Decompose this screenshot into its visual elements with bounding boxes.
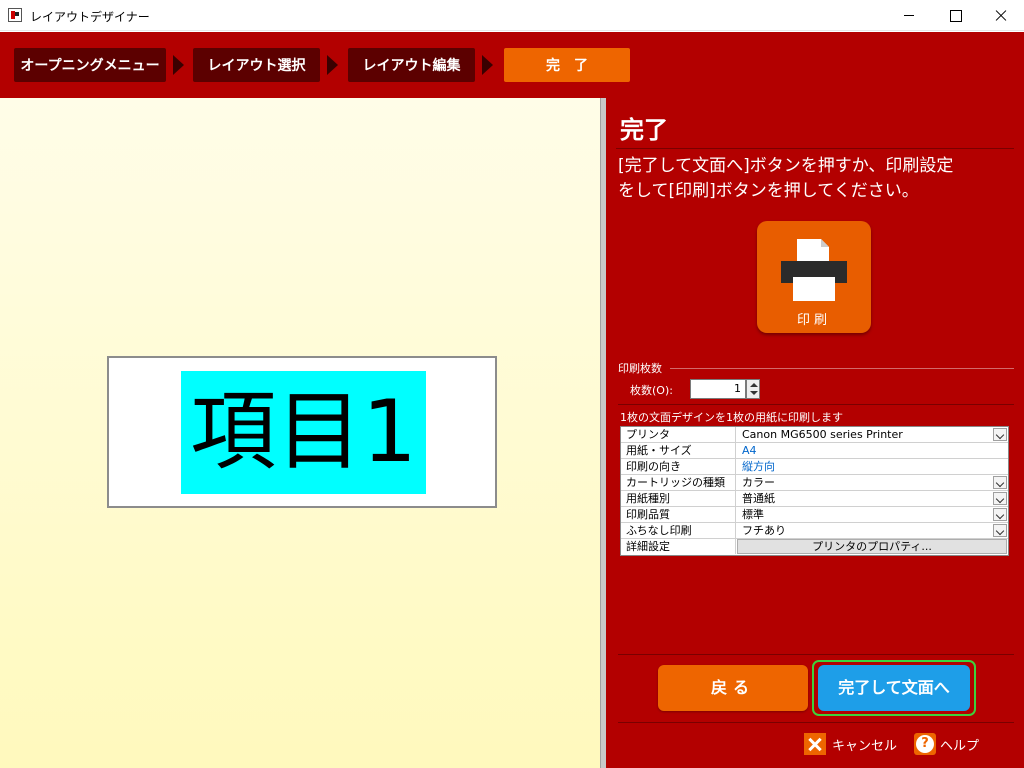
setting-label: 印刷の向き [621, 459, 736, 474]
setting-row-orientation: 印刷の向き 縦方向 [621, 459, 1008, 475]
step-arrow-icon [327, 55, 338, 75]
divider [670, 368, 1014, 369]
setting-row-borderless: ふちなし印刷 フチあり [621, 523, 1008, 539]
divider [618, 404, 1014, 405]
setting-label: カートリッジの種類 [621, 475, 736, 490]
instruction-text: [完了して文面へ]ボタンを押すか、印刷設定 をして[印刷]ボタンを押してください… [618, 154, 1018, 204]
panel-title: 完了 [620, 116, 668, 144]
cancel-label: キャンセル [832, 738, 898, 754]
setting-label: プリンタ [621, 427, 736, 442]
step-layout-edit[interactable]: レイアウト編集 [348, 48, 475, 82]
orientation-link[interactable]: 縦方向 [737, 459, 1008, 474]
minimize-icon[interactable] [886, 0, 932, 31]
step-arrow-icon [173, 55, 184, 75]
chevron-down-icon[interactable] [993, 492, 1007, 505]
setting-row-printer: プリンタ Canon MG6500 series Printer [621, 427, 1008, 443]
cartridge-select[interactable]: カラー [737, 475, 1008, 490]
step-opening-menu[interactable]: オープニングメニュー [14, 48, 166, 82]
setting-label: 印刷品質 [621, 507, 736, 522]
divider [618, 722, 1014, 723]
spin-up-icon[interactable] [750, 383, 758, 387]
borderless-select[interactable]: フチあり [737, 523, 1008, 538]
step-navigation: オープニングメニュー レイアウト選択 レイアウト編集 完 了 [0, 32, 1024, 98]
label-item-text: 項目1 [181, 371, 426, 494]
back-button[interactable]: 戻る [658, 665, 808, 711]
grid-caption: 1枚の文面デザインを1枚の用紙に印刷します [620, 411, 843, 424]
help-button[interactable]: ? ヘルプ [914, 733, 979, 755]
layout-designer-icon [8, 8, 22, 22]
label-preview: 項目1 [107, 356, 497, 508]
setting-row-cartridge: カートリッジの種類 カラー [621, 475, 1008, 491]
copies-label: 枚数(O): [630, 384, 673, 397]
design-canvas: 項目1 [0, 98, 600, 768]
close-icon[interactable] [978, 0, 1024, 31]
setting-label: 詳細設定 [621, 539, 736, 554]
maximize-icon[interactable] [932, 0, 978, 31]
copies-section-label: 印刷枚数 [618, 362, 662, 375]
quality-select[interactable]: 標準 [737, 507, 1008, 522]
copies-stepper[interactable] [746, 379, 760, 399]
cancel-x-icon [804, 733, 826, 755]
chevron-down-icon[interactable] [993, 524, 1007, 537]
help-question-icon: ? [914, 733, 936, 755]
printer-properties-button[interactable]: プリンタのプロパティ... [737, 539, 1007, 554]
setting-label: ふちなし印刷 [621, 523, 736, 538]
step-layout-select[interactable]: レイアウト選択 [193, 48, 320, 82]
setting-label: 用紙種別 [621, 491, 736, 506]
cancel-button[interactable]: キャンセル [804, 733, 897, 755]
chevron-down-icon[interactable] [993, 476, 1007, 489]
spin-down-icon[interactable] [750, 391, 758, 395]
chevron-down-icon[interactable] [993, 508, 1007, 521]
step-arrow-icon [482, 55, 493, 75]
setting-row-paper-type: 用紙種別 普通紙 [621, 491, 1008, 507]
setting-row-quality: 印刷品質 標準 [621, 507, 1008, 523]
instruction-line: をして[印刷]ボタンを押してください。 [618, 181, 919, 201]
window-title: レイアウトデザイナー [30, 10, 150, 24]
copies-input[interactable]: 1 [690, 379, 746, 399]
setting-row-paper-size: 用紙・サイズ A4 [621, 443, 1008, 459]
help-label: ヘルプ [940, 738, 980, 754]
setting-label: 用紙・サイズ [621, 443, 736, 458]
divider [618, 654, 1014, 655]
paper-size-link[interactable]: A4 [737, 443, 1008, 458]
print-button[interactable]: 印刷 [757, 221, 871, 333]
paper-type-select[interactable]: 普通紙 [737, 491, 1008, 506]
title-bar: レイアウトデザイナー [0, 0, 1024, 31]
print-settings-grid: プリンタ Canon MG6500 series Printer 用紙・サイズ … [620, 426, 1009, 556]
instruction-line: [完了して文面へ]ボタンを押すか、印刷設定 [618, 156, 954, 176]
finish-to-text-button[interactable]: 完了して文面へ [818, 665, 970, 711]
chevron-down-icon[interactable] [993, 428, 1007, 441]
printer-select[interactable]: Canon MG6500 series Printer [737, 427, 1008, 442]
printer-icon [781, 239, 847, 301]
step-complete: 完 了 [504, 48, 630, 82]
divider [616, 148, 1014, 149]
print-button-label: 印刷 [796, 313, 831, 328]
setting-row-advanced: 詳細設定 プリンタのプロパティ... [621, 539, 1008, 555]
complete-panel: 完了 [完了して文面へ]ボタンを押すか、印刷設定 をして[印刷]ボタンを押してく… [606, 98, 1024, 768]
